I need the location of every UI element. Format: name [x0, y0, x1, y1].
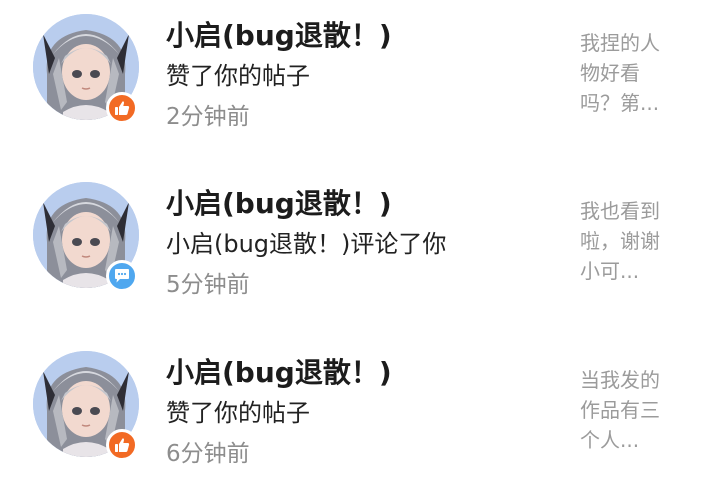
notification-action: 赞了你的帖子: [166, 399, 310, 427]
preview-line: 个人...: [580, 428, 640, 452]
user-name[interactable]: 小启(bug退散！): [166, 18, 392, 54]
notification-item[interactable]: 小启(bug退散！) 小启(bug退散！)评论了你 5分钟前 我也看到 啦，谢谢…: [0, 168, 720, 318]
preview-line: 我捏的人: [580, 31, 660, 55]
preview-line: 小可...: [580, 259, 640, 283]
post-preview[interactable]: 当我发的 作品有三 个人...: [580, 365, 680, 455]
comment-badge: [106, 260, 138, 292]
avatar-container[interactable]: [33, 14, 139, 124]
preview-line: 当我发的: [580, 368, 660, 392]
like-badge: [106, 429, 138, 461]
notification-list: 小启(bug退散！) 赞了你的帖子 2分钟前 我捏的人 物好看 吗？第... 小…: [0, 0, 720, 483]
avatar-container[interactable]: [33, 351, 139, 461]
user-name[interactable]: 小启(bug退散！): [166, 355, 392, 391]
preview-line: 啦，谢谢: [580, 229, 660, 253]
comment-icon: [115, 269, 129, 283]
notification-action: 赞了你的帖子: [166, 62, 310, 90]
notification-item[interactable]: 小启(bug退散！) 赞了你的帖子 6分钟前 当我发的 作品有三 个人...: [0, 337, 720, 487]
notification-action: 小启(bug退散！)评论了你: [166, 230, 447, 258]
user-name[interactable]: 小启(bug退散！): [166, 186, 392, 222]
timestamp: 5分钟前: [166, 272, 250, 298]
preview-line: 我也看到: [580, 199, 660, 223]
thumbs-up-icon: [115, 101, 130, 115]
preview-line: 吗？第...: [580, 91, 660, 115]
notification-item[interactable]: 小启(bug退散！) 赞了你的帖子 2分钟前 我捏的人 物好看 吗？第...: [0, 0, 720, 150]
timestamp: 2分钟前: [166, 104, 250, 130]
post-preview[interactable]: 我捏的人 物好看 吗？第...: [580, 28, 680, 118]
preview-line: 作品有三: [580, 398, 660, 422]
preview-line: 物好看: [580, 61, 640, 85]
timestamp: 6分钟前: [166, 441, 250, 467]
thumbs-up-icon: [115, 438, 130, 452]
avatar-container[interactable]: [33, 182, 139, 292]
post-preview[interactable]: 我也看到 啦，谢谢 小可...: [580, 196, 680, 286]
like-badge: [106, 92, 138, 124]
